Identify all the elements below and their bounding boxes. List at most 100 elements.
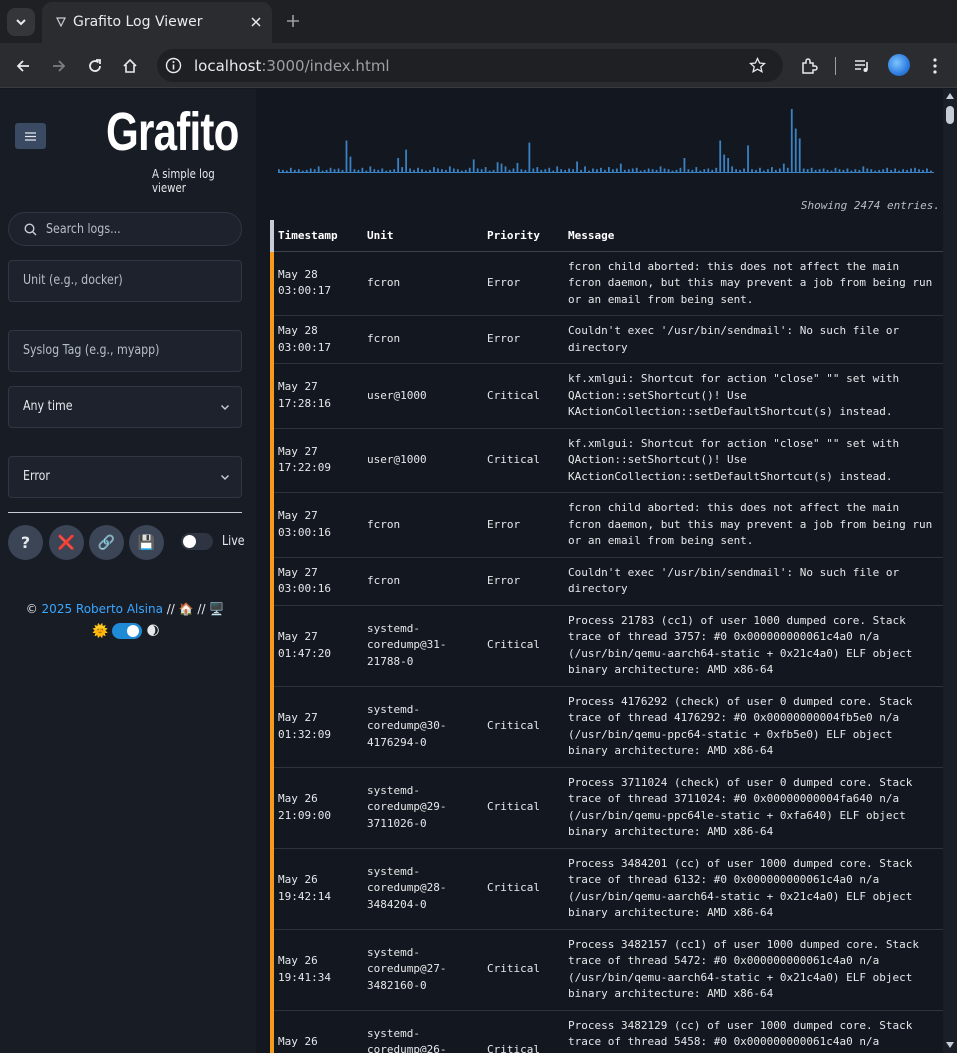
histogram-bar[interactable] <box>552 170 555 172</box>
histogram-bar[interactable] <box>683 158 686 172</box>
log-row[interactable]: May 27 03:00:16 fcron Error Couldn't exec '/… <box>270 557 943 606</box>
histogram-bar[interactable] <box>381 168 384 173</box>
histogram-bar[interactable] <box>890 169 893 172</box>
media-controls-icon[interactable] <box>849 53 875 79</box>
column-header-priority[interactable]: Priority <box>483 220 564 252</box>
log-row[interactable]: May 26 19:41:34 systemd-coredump@27- 348216… <box>270 929 943 1011</box>
histogram-bar[interactable] <box>790 109 793 172</box>
histogram-bar[interactable] <box>679 167 682 172</box>
histogram-bar[interactable] <box>882 169 885 172</box>
author-link[interactable]: 2025 Roberto Alsina <box>42 602 163 616</box>
histogram-bar[interactable] <box>409 168 411 173</box>
histogram-bar[interactable] <box>886 167 889 172</box>
histogram-bar[interactable] <box>675 169 678 172</box>
histogram-bar[interactable] <box>544 169 547 172</box>
histogram-bar[interactable] <box>572 169 574 172</box>
log-unit[interactable]: fcron <box>363 315 483 364</box>
histogram-bar[interactable] <box>802 168 805 173</box>
home-icon[interactable] <box>117 53 143 79</box>
histogram-bar[interactable] <box>755 169 757 172</box>
more-options-icon[interactable] <box>922 53 948 79</box>
log-row[interactable]: May 26 21:09:00 systemd-coredump@29- 371102… <box>270 767 943 849</box>
histogram-bar[interactable] <box>846 168 849 173</box>
histogram-bar[interactable] <box>460 170 463 172</box>
column-header-message[interactable]: Message <box>564 220 943 252</box>
histogram-bar[interactable] <box>894 168 897 173</box>
histogram-bar[interactable] <box>727 158 730 172</box>
bookmark-star-icon[interactable] <box>749 57 766 74</box>
histogram-bar[interactable] <box>759 167 761 172</box>
histogram-bar[interactable] <box>699 170 702 172</box>
histogram-bar[interactable] <box>854 169 857 172</box>
home-link-icon[interactable]: 🏠 <box>179 602 194 616</box>
histogram-bar[interactable] <box>735 169 737 172</box>
log-row[interactable]: May 27 01:47:20 systemd-coredump@31- 21788-… <box>270 605 943 687</box>
histogram-bar[interactable] <box>810 167 813 172</box>
histogram-bar[interactable] <box>281 169 284 172</box>
histogram-bar[interactable] <box>584 166 586 172</box>
histogram-bar[interactable] <box>830 170 833 172</box>
histogram-bar[interactable] <box>313 169 316 172</box>
histogram-bar[interactable] <box>635 167 638 172</box>
extensions-icon[interactable] <box>796 53 822 79</box>
log-row[interactable]: May 26 19:42:14 systemd-coredump@28- 348420… <box>270 848 943 930</box>
unit-filter-input[interactable]: Unit (e.g., docker) <box>8 260 242 302</box>
histogram-bar[interactable] <box>488 170 491 172</box>
histogram-bar[interactable] <box>870 169 873 172</box>
histogram-bar[interactable] <box>421 169 423 172</box>
histogram-bar[interactable] <box>429 169 431 172</box>
histogram-bar[interactable] <box>293 169 296 172</box>
histogram-bar[interactable] <box>560 169 563 172</box>
histogram-bar[interactable] <box>568 168 571 173</box>
forward-icon[interactable] <box>46 53 72 79</box>
histogram-bar[interactable] <box>822 168 825 173</box>
time-range-select[interactable]: Any time <box>8 386 242 428</box>
histogram-bar[interactable] <box>806 169 809 172</box>
histogram-bar[interactable] <box>751 169 753 172</box>
address-bar[interactable]: localhost:3000/index.html <box>157 49 783 82</box>
histogram-bar[interactable] <box>349 156 352 172</box>
histogram-bar[interactable] <box>607 167 610 172</box>
histogram-bar[interactable] <box>444 169 447 172</box>
log-row[interactable]: May 28 03:00:17 fcron Error Couldn't exec '/… <box>270 315 943 364</box>
histogram-bar[interactable] <box>289 167 292 172</box>
histogram-bar[interactable] <box>588 170 590 172</box>
histogram-bar[interactable] <box>743 168 745 173</box>
histogram-bar[interactable] <box>703 169 706 172</box>
histogram-bar[interactable] <box>695 167 698 172</box>
histogram-bar[interactable] <box>520 169 523 172</box>
histogram-bar[interactable] <box>763 170 765 172</box>
histogram-bar[interactable] <box>516 162 519 172</box>
histogram-bar[interactable] <box>317 166 320 172</box>
histogram-bar[interactable] <box>492 169 495 172</box>
histogram-bar[interactable] <box>798 138 801 172</box>
histogram-bar[interactable] <box>838 169 841 172</box>
histogram-bar[interactable] <box>778 168 781 173</box>
histogram-bar[interactable] <box>556 166 559 172</box>
histogram-bar[interactable] <box>337 168 340 173</box>
histogram-bar[interactable] <box>596 169 598 172</box>
new-tab-icon[interactable] <box>283 11 303 31</box>
scroll-down-arrow[interactable] <box>946 1042 954 1048</box>
histogram-bar[interactable] <box>619 163 622 172</box>
histogram-bar[interactable] <box>353 169 356 172</box>
histogram-bar[interactable] <box>639 170 642 172</box>
histogram-bar[interactable] <box>413 169 415 172</box>
histogram-bar[interactable] <box>862 166 865 172</box>
histogram-bar[interactable] <box>377 169 380 172</box>
log-unit[interactable]: fcron <box>363 251 483 316</box>
log-row[interactable]: May 28 03:00:17 fcron Error fcron child abor… <box>270 251 943 316</box>
theme-toggle[interactable] <box>112 623 143 639</box>
histogram-bar[interactable] <box>472 159 475 172</box>
histogram-bar[interactable] <box>858 169 861 172</box>
histogram-bar[interactable] <box>723 154 726 173</box>
histogram-bar[interactable] <box>826 169 829 172</box>
histogram-bar[interactable] <box>623 169 626 172</box>
histogram-bar[interactable] <box>452 168 455 173</box>
histogram-bar[interactable] <box>361 167 364 172</box>
log-unit[interactable]: fcron <box>363 492 483 558</box>
priority-select[interactable]: Error <box>8 456 242 498</box>
close-tab-icon[interactable] <box>248 14 264 30</box>
histogram-bar[interactable] <box>627 169 630 172</box>
reload-icon[interactable] <box>82 53 108 79</box>
